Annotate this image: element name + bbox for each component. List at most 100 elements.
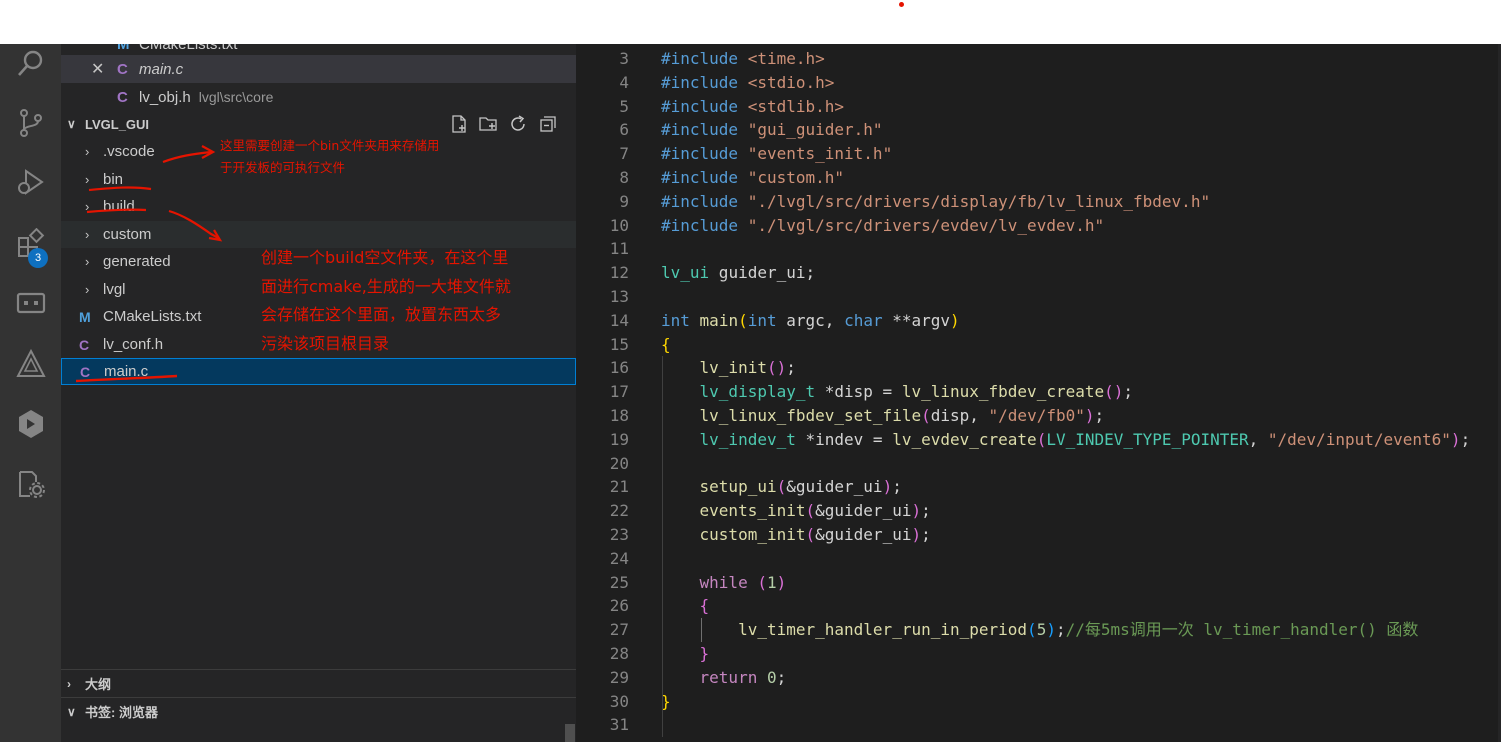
code-line[interactable]: 21 setup_ui(&guider_ui); <box>576 475 1501 499</box>
collapse-all-icon[interactable] <box>538 114 560 136</box>
indent-guide <box>662 356 663 738</box>
cmake-icon[interactable] <box>0 400 61 448</box>
code-line[interactable]: 8 #include "custom.h" <box>576 166 1501 190</box>
code-line[interactable]: 12 lv_ui guider_ui; <box>576 261 1501 285</box>
code-line[interactable]: 4 #include <stdio.h> <box>576 71 1501 95</box>
code-token: ; <box>921 501 931 521</box>
code-line[interactable]: 30} <box>576 690 1501 714</box>
code-line[interactable]: 25 while (1) <box>576 571 1501 595</box>
code-token: lv_linux_fbdev_create <box>901 382 1105 402</box>
refresh-icon[interactable] <box>508 114 530 136</box>
code-line[interactable]: 7 #include "events_init.h" <box>576 142 1501 166</box>
new-folder-icon[interactable] <box>478 114 500 136</box>
code-line[interactable]: 23 custom_init(&guider_ui); <box>576 523 1501 547</box>
code-line[interactable]: 20 <box>576 452 1501 476</box>
code-text: #include <time.h> <box>661 47 825 71</box>
source-control-icon[interactable] <box>0 99 61 147</box>
code-line[interactable]: 15 { <box>576 333 1501 357</box>
code-line[interactable]: 24 <box>576 547 1501 571</box>
code-text: } <box>661 642 710 666</box>
code-token: lv_ui <box>661 263 710 283</box>
search-icon[interactable] <box>0 39 61 87</box>
code-line[interactable]: 29 return 0; <box>576 666 1501 690</box>
line-number: 4 <box>619 72 629 92</box>
open-editor-name: CMakeLists.txt <box>139 44 238 53</box>
tree-item-label: .vscode <box>103 143 155 160</box>
tree-item-label: main.c <box>104 363 149 380</box>
code-line[interactable]: 18 lv_linux_fbdev_set_file(disp, "/dev/f… <box>576 404 1501 428</box>
outline-panel-header[interactable]: › 大纲 <box>61 669 576 697</box>
cmake-file-icon: M <box>117 44 130 53</box>
code-token: ; <box>1055 620 1066 640</box>
code-line[interactable]: 9 #include "./lvgl/src/drivers/display/fb… <box>576 190 1501 214</box>
c-file-icon: C <box>117 60 128 78</box>
code-text: #include "gui_guider.h" <box>661 118 883 142</box>
cmake-file-icon: M <box>79 308 91 325</box>
code-line[interactable]: 16 lv_init(); <box>576 356 1501 380</box>
code-text: while (1) <box>661 571 787 595</box>
line-number: 15 <box>609 334 629 354</box>
sidebar-scrollbar[interactable] <box>565 724 575 742</box>
tree-item-label: custom <box>103 226 152 243</box>
chevron-right-icon: › <box>85 227 90 242</box>
code-token: "/dev/fb0" <box>988 406 1085 425</box>
code-token: int <box>747 310 777 330</box>
chevron-right-icon: › <box>85 172 90 187</box>
tree-file-main-c[interactable]: C main.c <box>61 358 576 385</box>
code-token: #include <box>661 191 748 211</box>
code-text: lv_timer_handler_run_in_period(5);//每5ms… <box>661 618 1418 642</box>
code-token: ; <box>776 667 787 687</box>
bookmarks-panel-header[interactable]: ∨ 书签: 浏览器 <box>61 697 576 725</box>
code-line[interactable]: 17 lv_display_t *disp = lv_linux_fbdev_c… <box>576 380 1501 404</box>
code-token: ) <box>950 310 960 330</box>
code-line[interactable]: 3 #include <time.h> <box>576 47 1501 71</box>
code-token: , <box>1248 429 1268 449</box>
code-line[interactable]: 27 lv_timer_handler_run_in_period(5);//每… <box>576 618 1501 642</box>
code-line[interactable]: 10 #include "./lvgl/src/drivers/evdev/lv_… <box>576 214 1501 238</box>
code-line[interactable]: 11 <box>576 237 1501 261</box>
line-number: 27 <box>609 620 629 640</box>
tree-item-label: CMakeLists.txt <box>103 308 202 325</box>
open-editor-item-active[interactable]: ✕ C main.c <box>61 55 576 83</box>
code-token: <time.h> <box>747 49 825 68</box>
code-line[interactable]: 14 int main(int argc, char **argv) <box>576 309 1501 333</box>
chevron-right-icon: › <box>85 254 90 269</box>
code-token: "gui_guider.h" <box>747 120 883 140</box>
line-number: 10 <box>609 215 629 235</box>
close-icon[interactable]: ✕ <box>91 59 107 79</box>
line-number: 16 <box>609 358 629 378</box>
run-debug-icon[interactable] <box>0 158 61 206</box>
code-line[interactable]: 13 <box>576 285 1501 309</box>
line-number: 25 <box>609 572 629 592</box>
extensions-icon[interactable]: 3 <box>0 220 61 268</box>
outline-panel-title: 大纲 <box>85 677 112 692</box>
code-token: #include <box>661 96 748 116</box>
code-line[interactable]: 26 { <box>576 594 1501 618</box>
code-line[interactable]: 22 events_init(&guider_ui); <box>576 499 1501 523</box>
code-text: lv_linux_fbdev_set_file(disp, "/dev/fb0"… <box>661 404 1105 428</box>
tree-folder-build[interactable]: › build <box>61 193 576 220</box>
code-token: ) <box>882 477 893 497</box>
code-token: disp, <box>930 406 989 425</box>
new-file-icon[interactable] <box>449 114 471 136</box>
code-token: ; <box>1460 429 1471 449</box>
annotation-build-note: 创建一个build空文件夹，在这个里 面进行cmake,生成的一大堆文件就 会存… <box>261 248 511 353</box>
azure-icon[interactable] <box>0 340 61 388</box>
code-line[interactable]: 6 #include "gui_guider.h" <box>576 118 1501 142</box>
chevron-right-icon: › <box>85 282 90 297</box>
code-text: #include "./lvgl/src/drivers/evdev/lv_ev… <box>661 214 1104 238</box>
container-settings-icon[interactable] <box>0 460 61 508</box>
code-token: <stdlib.h> <box>747 96 845 116</box>
code-line[interactable]: 19 lv_indev_t *indev = lv_evdev_create(L… <box>576 428 1501 452</box>
line-number: 7 <box>619 144 629 164</box>
code-editor[interactable]: 3 #include <time.h> 4 #include <stdio.h> 5 #i… <box>576 44 1501 742</box>
remote-explorer-icon[interactable] <box>0 280 61 328</box>
open-editor-item[interactable]: C lv_obj.h lvgl\src\core <box>61 83 576 111</box>
code-line[interactable]: 5 #include <stdlib.h> <box>576 95 1501 119</box>
code-token: "custom.h" <box>747 168 845 187</box>
code-line[interactable]: 31 <box>576 713 1501 737</box>
code-line[interactable]: 28 } <box>576 642 1501 666</box>
